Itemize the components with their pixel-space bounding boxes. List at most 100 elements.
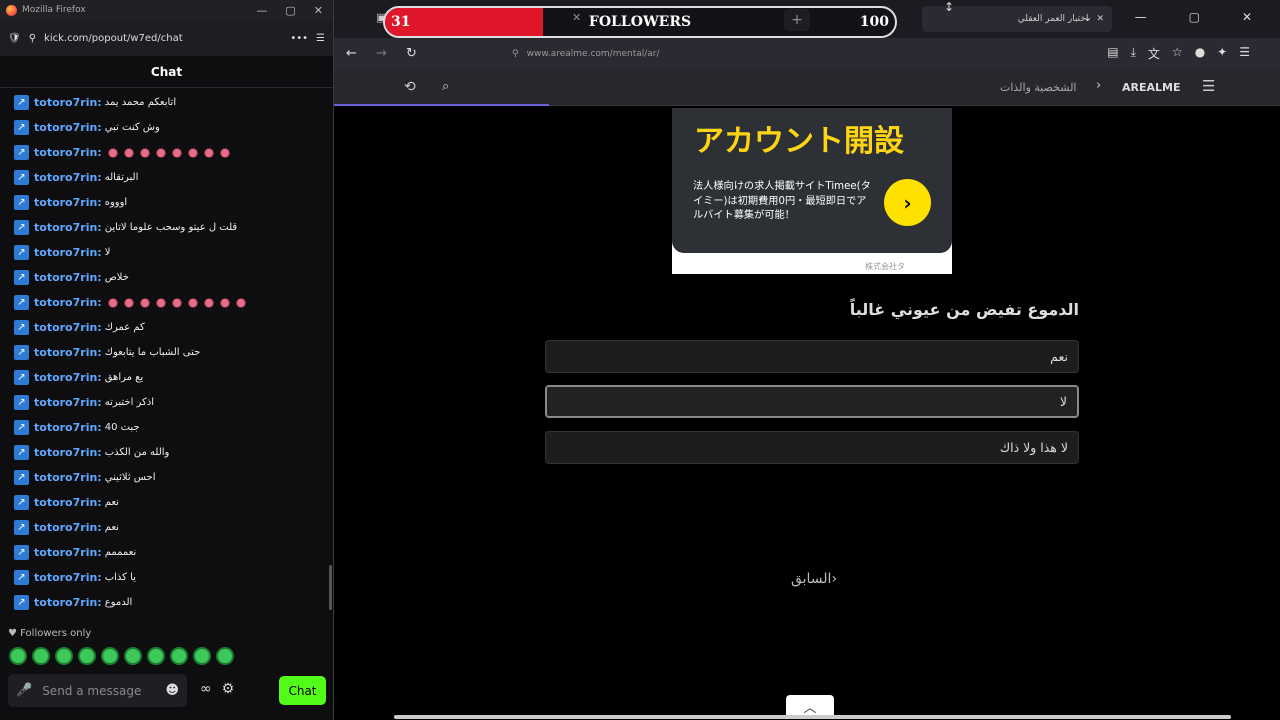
chat-username[interactable]: totoro7rin: <box>34 171 102 184</box>
chat-username[interactable]: totoro7rin: <box>34 571 102 584</box>
user-badge-icon: ↗ <box>14 470 29 485</box>
emote-icon[interactable] <box>124 647 142 665</box>
site-info-icon[interactable]: ⚲ <box>29 33 36 44</box>
chat-input[interactable]: 🎤 Send a message ☻ <box>8 674 187 707</box>
chat-username[interactable]: totoro7rin: <box>34 371 102 384</box>
back-icon[interactable]: ← <box>346 46 357 61</box>
answer-option-no[interactable]: لا <box>545 385 1079 418</box>
chat-message: ↗ totoro7rin: نعمممم <box>0 540 330 565</box>
user-badge-icon: ↗ <box>14 320 29 335</box>
breadcrumb-category[interactable]: الشخصية والذات <box>1000 81 1076 94</box>
emote-icon <box>139 147 150 158</box>
download-icon[interactable]: ⤓ <box>1131 45 1136 62</box>
emote-bar <box>9 647 234 665</box>
horizontal-scrollbar[interactable] <box>394 715 1231 719</box>
emoji-picker-icon[interactable]: ☻ <box>165 683 179 698</box>
ad-heading: アカウント開設 <box>694 124 904 159</box>
emote-icon[interactable] <box>55 647 73 665</box>
emote-icon[interactable] <box>193 647 211 665</box>
chat-message: ↗ totoro7rin: كم عمرك <box>0 315 330 340</box>
chat-username[interactable]: totoro7rin: <box>34 471 102 484</box>
chat-message-text: وش كنت تبي <box>104 122 160 133</box>
user-badge-icon: ↗ <box>14 95 29 110</box>
translate-icon[interactable]: 文 <box>1148 45 1160 62</box>
emote-icon[interactable] <box>170 647 188 665</box>
menu-icon[interactable]: ☰ <box>316 33 325 44</box>
minimize-icon[interactable]: — <box>1135 10 1147 24</box>
site-info-icon[interactable]: ⚲ <box>512 49 519 59</box>
site-logo[interactable]: AREALME <box>1122 81 1180 94</box>
more-icon[interactable]: ••• <box>290 33 308 44</box>
emote-icon <box>107 147 118 158</box>
history-icon[interactable]: ⟲ <box>404 79 416 95</box>
channel-points-icon[interactable]: ∞ <box>200 681 212 697</box>
chat-message: ↗ totoro7rin: يا كذاب <box>0 565 330 590</box>
scroll-top-button[interactable]: ︿ <box>786 695 834 717</box>
chat-message: ↗ totoro7rin: حتى الشباب ما يتابعوك <box>0 340 330 365</box>
chat-message: ↗ totoro7rin: البرتقاله <box>0 165 330 190</box>
address-bar[interactable]: ⚲ www.arealme.com/mental/ar/ <box>506 42 980 66</box>
chat-message-text: كم عمرك <box>104 322 145 333</box>
chat-username[interactable]: totoro7rin: <box>34 296 102 309</box>
chat-username[interactable]: totoro7rin: <box>34 271 102 284</box>
emote-icon[interactable] <box>101 647 119 665</box>
close-icon[interactable]: ✕ <box>1242 10 1252 24</box>
user-badge-icon: ↗ <box>14 545 29 560</box>
maximize-icon[interactable]: ▢ <box>285 4 295 17</box>
reader-view-icon[interactable]: ▤ <box>1107 45 1118 62</box>
chat-username[interactable]: totoro7rin: <box>34 396 102 409</box>
maximize-icon[interactable]: ▢ <box>1189 10 1200 24</box>
ad-arrow-button[interactable]: › <box>884 179 931 226</box>
emote-icon <box>219 147 230 158</box>
chat-username[interactable]: totoro7rin: <box>34 96 102 109</box>
chat-username[interactable]: totoro7rin: <box>34 421 102 434</box>
chat-username[interactable]: totoro7rin: <box>34 121 102 134</box>
address-text[interactable]: www.arealme.com/mental/ar/ <box>527 49 660 59</box>
settings-icon[interactable]: ⚙ <box>222 681 235 697</box>
chat-username[interactable]: totoro7rin: <box>34 246 102 259</box>
minimize-icon[interactable]: — <box>256 4 267 17</box>
forward-icon[interactable]: → <box>376 46 387 61</box>
url-text[interactable]: kick.com/popout/w7ed/chat <box>44 33 282 44</box>
chat-username[interactable]: totoro7rin: <box>34 196 102 209</box>
bookmark-star-icon[interactable]: ☆ <box>1172 45 1183 62</box>
profile-icon[interactable]: ● <box>1195 45 1205 62</box>
answer-option-neither[interactable]: لا هذا ولا ذاك <box>545 431 1079 464</box>
advertisement[interactable]: アカウント開設 法人様向けの求人掲載サイトTimee(タイミー)は初期費用0円・… <box>672 108 952 274</box>
answer-option-yes[interactable]: نعم <box>545 340 1079 373</box>
emote-icon[interactable] <box>216 647 234 665</box>
previous-button[interactable]: السابق› <box>754 571 874 587</box>
tab-list-icon[interactable]: ⌄ <box>1083 10 1093 24</box>
send-chat-button[interactable]: Chat <box>279 676 326 705</box>
chat-username[interactable]: totoro7rin: <box>34 146 102 159</box>
chat-header: Chat <box>0 56 333 88</box>
chat-input-placeholder[interactable]: Send a message <box>42 684 141 698</box>
chat-username[interactable]: totoro7rin: <box>34 446 102 459</box>
menu-icon[interactable]: ☰ <box>1239 45 1250 62</box>
chat-username[interactable]: totoro7rin: <box>34 521 102 534</box>
chat-username[interactable]: totoro7rin: <box>34 221 102 234</box>
emote-icon[interactable] <box>147 647 165 665</box>
firefox-logo-icon <box>6 4 17 16</box>
emote-icon[interactable] <box>32 647 50 665</box>
extensions-icon[interactable]: ✦ <box>1217 45 1227 62</box>
chat-message-text: اوووه <box>104 197 128 208</box>
search-icon[interactable]: ⌕ <box>442 79 449 94</box>
emote-icon[interactable] <box>9 647 27 665</box>
chat-username[interactable]: totoro7rin: <box>34 321 102 334</box>
chat-message-text: اتابعكم محمد يمد <box>104 97 177 108</box>
shield-icon[interactable]: 🛡 <box>8 33 21 44</box>
hamburger-menu-icon[interactable]: ☰ <box>1202 77 1215 95</box>
microphone-icon[interactable]: 🎤 <box>16 683 32 698</box>
chat-username[interactable]: totoro7rin: <box>34 596 102 609</box>
chat-message-text: الدموع <box>104 597 133 608</box>
chat-username[interactable]: totoro7rin: <box>34 346 102 359</box>
chat-username[interactable]: totoro7rin: <box>34 496 102 509</box>
chat-message-text: يا كذاب <box>104 572 136 583</box>
close-icon[interactable]: ✕ <box>314 4 323 17</box>
emote-icon[interactable] <box>78 647 96 665</box>
chat-scrollbar[interactable] <box>329 565 332 610</box>
chat-username[interactable]: totoro7rin: <box>34 546 102 559</box>
window-title: Mozilla Firefox <box>22 5 86 15</box>
reload-icon[interactable]: ↻ <box>406 46 417 61</box>
